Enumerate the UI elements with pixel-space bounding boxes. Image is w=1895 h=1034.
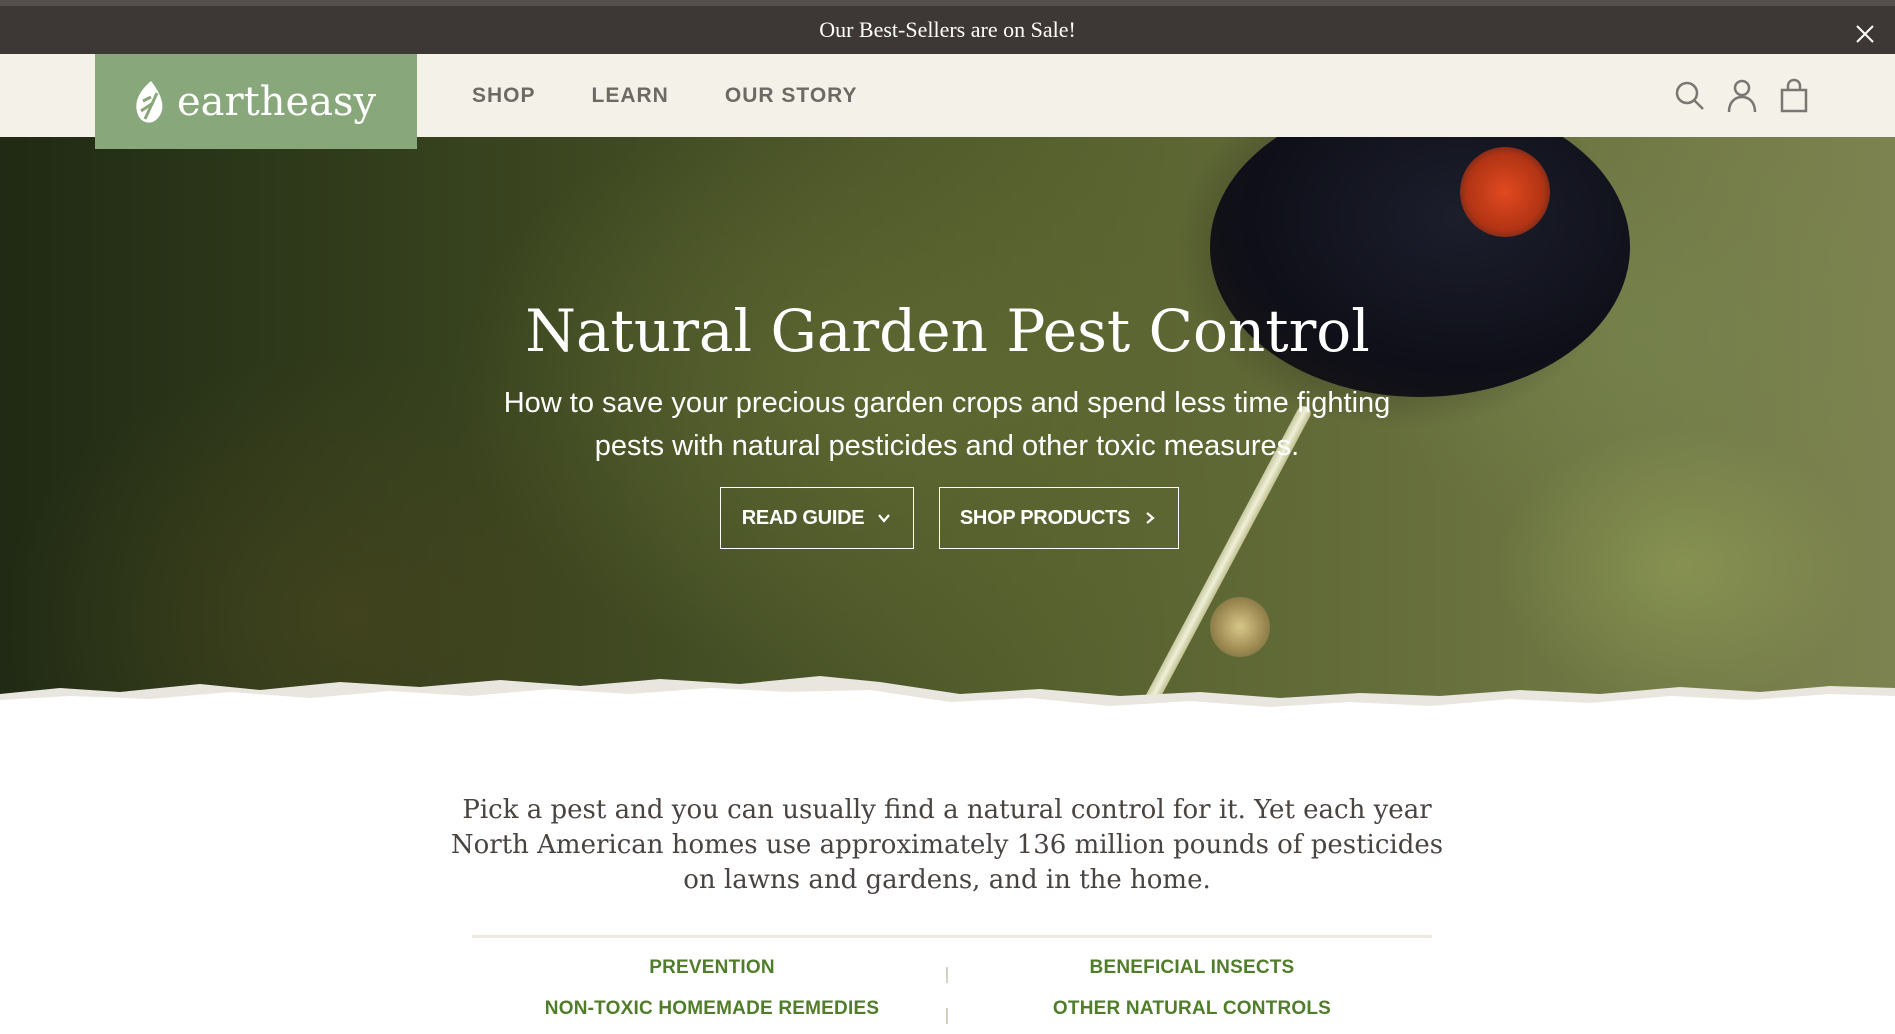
ladybug-spot (1460, 147, 1550, 237)
hero-title: Natural Garden Pest Control (525, 297, 1370, 365)
shop-products-label: SHOP PRODUCTS (959, 506, 1131, 529)
toc-link-prevention[interactable]: PREVENTION (472, 955, 952, 996)
toc-link-non-toxic-homemade-remedies[interactable]: NON-TOXIC HOMEMADE REMEDIES (472, 996, 952, 1034)
toc-separator (946, 1008, 948, 1024)
logo-text: eartheasy (177, 78, 377, 125)
toc-column-left: PREVENTION NON-TOXIC HOMEMADE REMEDIES (472, 955, 952, 1034)
announcement-bar: Our Best-Sellers are on Sale! (0, 0, 1895, 54)
main-nav: SHOP LEARN OUR STORY (472, 54, 914, 137)
leaf-logo-icon (136, 80, 163, 123)
chevron-right-icon (1146, 512, 1155, 524)
toc-column-right: BENEFICIAL INSECTS OTHER NATURAL CONTROL… (952, 955, 1432, 1034)
hero-banner: Natural Garden Pest Control How to save … (0, 137, 1895, 717)
account-icon[interactable] (1726, 78, 1758, 114)
nav-item-our-story[interactable]: OUR STORY (725, 84, 858, 108)
flower-bud (1210, 597, 1270, 657)
chevron-down-icon (878, 514, 891, 523)
header-icons (1654, 54, 1810, 137)
shop-products-button[interactable]: SHOP PRODUCTS (939, 487, 1179, 549)
close-icon[interactable] (1853, 22, 1877, 46)
search-icon[interactable] (1674, 78, 1706, 114)
section-divider (472, 935, 1432, 938)
site-header: eartheasy SHOP LEARN OUR STORY (0, 54, 1895, 149)
cart-icon[interactable] (1778, 78, 1810, 114)
read-guide-button[interactable]: READ GUIDE (720, 487, 914, 549)
intro-paragraph: Pick a pest and you can usually find a n… (450, 795, 1444, 895)
torn-paper-edge (0, 676, 1895, 717)
toc-link-beneficial-insects[interactable]: BENEFICIAL INSECTS (952, 955, 1432, 996)
read-guide-label: READ GUIDE (741, 506, 865, 529)
toc-link-other-natural-controls[interactable]: OTHER NATURAL CONTROLS (952, 996, 1432, 1034)
logo[interactable]: eartheasy (95, 54, 417, 149)
toc-separator (946, 967, 948, 983)
hero-subtitle: How to save your precious garden crops a… (503, 387, 1391, 462)
hero-buttons: READ GUIDE SHOP PRODUCTS (720, 487, 1179, 549)
announcement-text[interactable]: Our Best-Sellers are on Sale! (819, 17, 1076, 43)
nav-item-learn[interactable]: LEARN (592, 84, 669, 108)
guide-table-of-contents: PREVENTION NON-TOXIC HOMEMADE REMEDIES B… (472, 955, 1432, 1034)
nav-item-shop[interactable]: SHOP (472, 84, 536, 108)
